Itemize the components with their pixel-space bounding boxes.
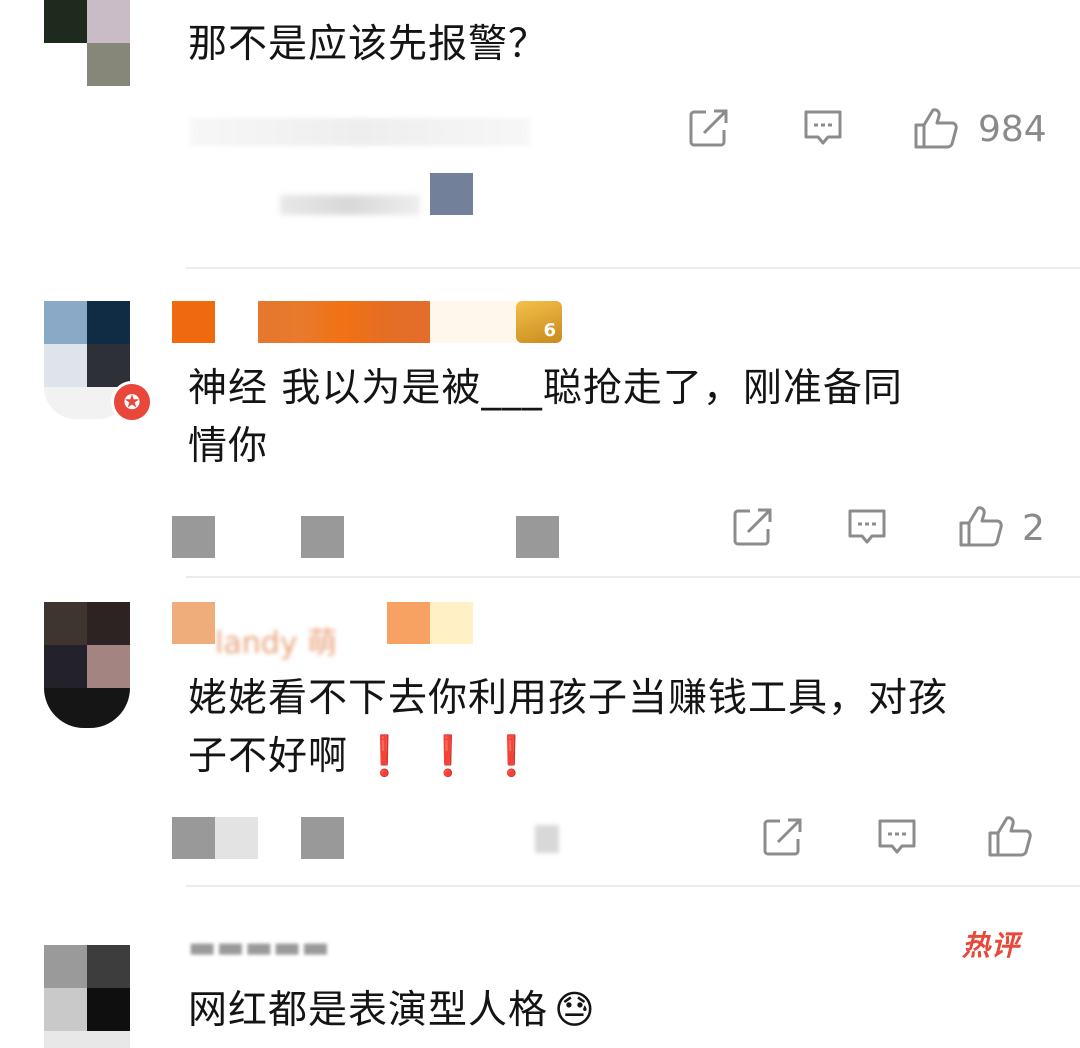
like-count: 2	[1022, 508, 1045, 549]
comment-text: 姥姥看不下去你利用孩子当赚钱工具，对孩 子不好啊 ❗ ❗ ❗	[188, 670, 948, 786]
meta-obscured	[172, 516, 215, 558]
vip-badge	[387, 602, 430, 644]
comment-icon[interactable]	[802, 108, 844, 148]
sweat-emoji-icon: 😓	[554, 988, 596, 1033]
fan-level-badge: 6	[516, 301, 562, 343]
emphasis-mark: ❗	[487, 734, 537, 779]
emphasis-mark: ❗	[423, 734, 474, 779]
meta-obscured	[301, 817, 344, 859]
thumbs-up-icon[interactable]	[912, 106, 960, 150]
thumbs-up-icon[interactable]	[957, 504, 1005, 548]
vip-badge	[430, 602, 473, 644]
comment-body: 网红都是表演型人格	[188, 988, 549, 1033]
username-obscured[interactable]	[172, 301, 215, 343]
meta-obscured	[215, 817, 258, 859]
share-icon[interactable]	[688, 108, 730, 148]
blurred-reply-icon	[430, 173, 473, 215]
divider	[186, 267, 1080, 269]
share-icon[interactable]	[762, 817, 804, 857]
avatar[interactable]	[44, 945, 130, 1048]
hot-comment-badge: 热评	[962, 929, 1021, 962]
username-obscured[interactable]	[172, 602, 215, 644]
meta-obscured	[516, 516, 559, 558]
share-icon[interactable]	[732, 507, 774, 547]
thumbs-up-icon[interactable]	[986, 814, 1034, 858]
comment-icon[interactable]	[846, 507, 888, 547]
meta-obscured	[172, 817, 215, 859]
comment-text: 神经 我以为是被___聪抢走了，刚准备同 情你	[188, 366, 903, 469]
comment-body: 姥姥看不下去你利用孩子当赚钱工具，对孩 子不好啊	[188, 676, 949, 779]
username-obscured[interactable]	[258, 301, 430, 343]
meta-obscured	[301, 516, 344, 558]
username-obscured: landy 萌	[215, 626, 338, 661]
avatar[interactable]	[44, 602, 130, 728]
avatar[interactable]	[44, 0, 130, 86]
blurred-reply	[190, 118, 530, 146]
username-obscured	[430, 301, 516, 343]
divider	[186, 885, 1080, 887]
meta-obscured	[535, 825, 559, 853]
divider	[186, 576, 1080, 578]
comment-text: 网红都是表演型人格 😓	[188, 982, 596, 1040]
username-obscured[interactable]: ▬▬▬▬▬	[188, 930, 408, 965]
verified-badge: ✪	[111, 381, 153, 423]
blurred-reply-text	[280, 195, 420, 215]
comment-text: 那不是应该先报警？	[188, 22, 549, 67]
comment-icon[interactable]	[876, 817, 918, 857]
like-count: 984	[978, 109, 1047, 150]
emphasis-mark: ❗	[360, 734, 410, 779]
